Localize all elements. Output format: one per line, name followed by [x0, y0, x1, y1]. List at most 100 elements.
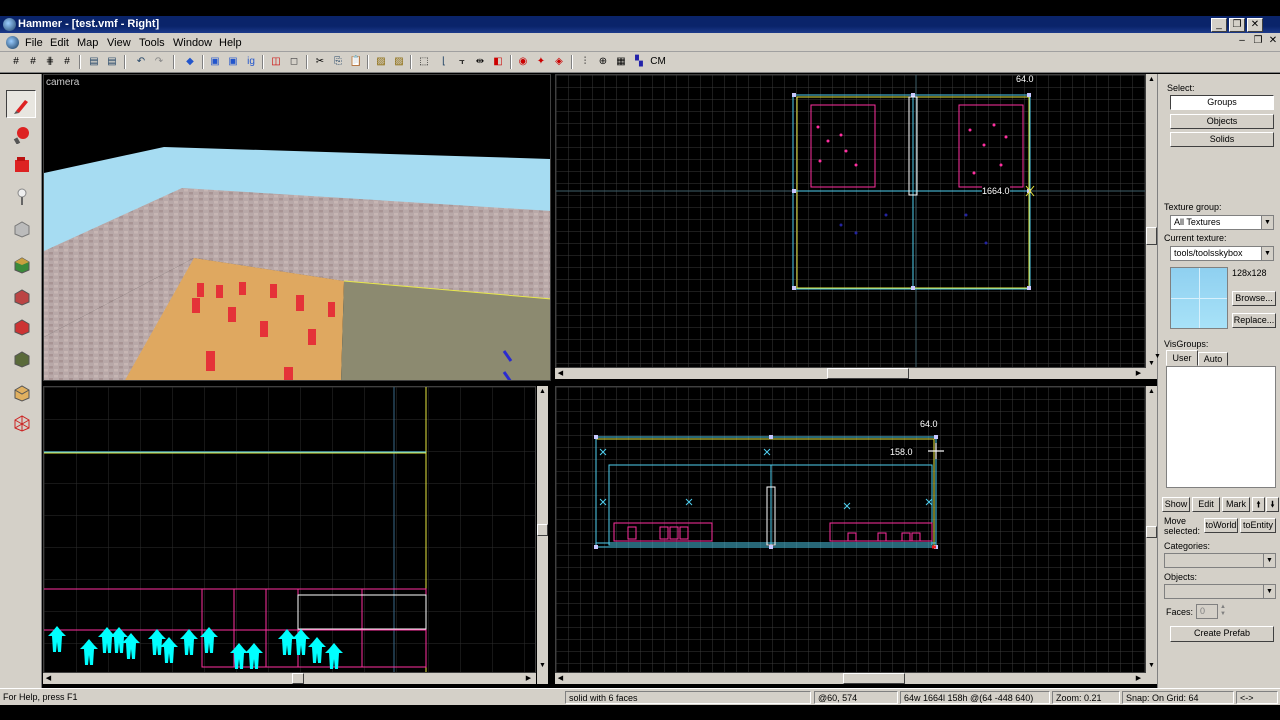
texture-lock-icon[interactable]: ▨ [373, 54, 389, 70]
entity-report-icon[interactable]: ◈ [551, 54, 567, 70]
scroll-left-icon[interactable]: ◀ [555, 673, 566, 684]
camera-viewport[interactable]: camera [43, 74, 551, 381]
show-all-icon[interactable]: ◻ [286, 54, 302, 70]
menu-tools[interactable]: Tools [136, 35, 168, 51]
transform-icon[interactable]: ⇹ [472, 54, 488, 70]
faces-stepper[interactable]: ▲ ▼ [1218, 604, 1228, 619]
top-viewport[interactable]: 64.0 1664.0 [555, 74, 1146, 368]
entity-tool[interactable] [6, 182, 36, 210]
clip-tool[interactable] [6, 378, 36, 406]
selection-tool[interactable] [6, 90, 36, 118]
grid-icon[interactable]: # [8, 54, 24, 70]
faces-input[interactable]: 0 [1196, 604, 1218, 619]
scroll-left-icon[interactable]: ◀ [555, 368, 566, 379]
to-entity-button[interactable]: toEntity [1240, 518, 1276, 533]
menu-map[interactable]: Map [74, 35, 101, 51]
grid-toggle-icon[interactable]: # [59, 54, 75, 70]
cut-icon[interactable]: ✂ [312, 54, 328, 70]
texture-preview[interactable] [1170, 267, 1228, 329]
side-viewport[interactable] [43, 386, 536, 673]
hidden-grid-icon[interactable]: ▦ [613, 54, 629, 70]
mark-button[interactable]: Mark [1222, 497, 1250, 512]
decal-tool[interactable] [6, 312, 36, 340]
compile-icon[interactable]: ◉ [515, 54, 531, 70]
scroll-thumb[interactable] [1146, 227, 1157, 245]
front-view-hscrollbar[interactable]: ◀ ▶ [555, 673, 1146, 684]
tab-user[interactable]: User [1166, 350, 1198, 366]
flip-icon[interactable]: ⫟ [454, 54, 470, 70]
scroll-thumb[interactable] [537, 524, 548, 536]
camera-tool[interactable] [6, 150, 36, 178]
side-view-hscrollbar[interactable]: ◀ ▶ [43, 673, 536, 684]
tab-auto[interactable]: Auto [1198, 352, 1228, 366]
close-icon[interactable]: ✕ [1247, 18, 1263, 32]
scroll-right-icon[interactable]: ▶ [1133, 673, 1144, 684]
hide-selected-icon[interactable]: ◫ [268, 54, 284, 70]
cubemap-button[interactable]: CM [649, 54, 667, 70]
redo-icon[interactable]: ↷ [151, 54, 167, 70]
instance-icon[interactable]: ▚ [631, 54, 647, 70]
copy-icon[interactable]: ⎘ [330, 54, 346, 70]
current-texture-select[interactable]: tools/toolsskybox ▼ [1170, 246, 1274, 261]
menu-view[interactable]: View [104, 35, 134, 51]
menu-help[interactable]: Help [216, 35, 245, 51]
top-view-hscrollbar[interactable]: ◀ ▶ [555, 368, 1146, 379]
scroll-thumb[interactable] [843, 673, 905, 684]
menu-edit[interactable]: Edit [47, 35, 72, 51]
front-viewport[interactable]: 64.0 158.0 [555, 386, 1146, 673]
vertex-tool[interactable] [6, 408, 36, 436]
create-prefab-button[interactable]: Create Prefab [1170, 626, 1274, 642]
magnify-tool[interactable] [6, 120, 36, 148]
scroll-right-icon[interactable]: ▶ [1133, 368, 1144, 379]
mdi-restore-icon[interactable]: ❐ [1251, 36, 1265, 48]
ignore-groups-icon[interactable]: ig [243, 54, 259, 70]
front-view-vscrollbar[interactable]: ▲ ▼ [1146, 386, 1157, 684]
save-window-state-icon[interactable]: ▤ [104, 54, 120, 70]
categories-select[interactable]: ▼ [1164, 553, 1276, 568]
undo-icon[interactable]: ↶ [133, 54, 149, 70]
target-icon[interactable]: ⊕ [595, 54, 611, 70]
group-icon[interactable]: ▣ [207, 54, 223, 70]
align-icon[interactable]: ◧ [490, 54, 506, 70]
scroll-left-icon[interactable]: ◀ [43, 673, 54, 684]
selection-box-icon[interactable]: ⬚ [416, 54, 432, 70]
scroll-down-icon[interactable]: ▼ [537, 660, 548, 671]
groups-button[interactable]: Groups [1170, 95, 1274, 110]
texture-group-select[interactable]: All Textures ▼ [1170, 215, 1274, 230]
ungroup-icon[interactable]: ▣ [225, 54, 241, 70]
show-button[interactable]: Show [1162, 497, 1190, 512]
chevron-down-icon[interactable]: ▼ [1154, 353, 1161, 360]
paste-icon[interactable]: 📋 [348, 54, 364, 70]
scroll-right-icon[interactable]: ▶ [523, 673, 534, 684]
menu-window[interactable]: Window [170, 35, 215, 51]
scroll-up-icon[interactable]: ▲ [1146, 386, 1157, 397]
scroll-thumb[interactable] [827, 368, 909, 379]
mdi-close-icon[interactable]: ✕ [1266, 36, 1280, 48]
mdi-minimize-icon[interactable]: – [1235, 36, 1249, 48]
visgroup-list[interactable] [1166, 366, 1276, 488]
texture-scale-lock-icon[interactable]: ▨ [391, 54, 407, 70]
texture-tool[interactable] [6, 250, 36, 278]
scroll-up-icon[interactable]: ▲ [1146, 74, 1157, 85]
maximize-icon[interactable]: ❐ [1229, 18, 1245, 32]
document-icon[interactable] [6, 36, 19, 49]
menu-file[interactable]: File [22, 35, 46, 51]
grid-larger-icon[interactable]: ⋕ [42, 54, 58, 70]
scroll-thumb[interactable] [292, 673, 304, 684]
objects-button[interactable]: Objects [1170, 114, 1274, 129]
minimize-icon[interactable]: _ [1211, 18, 1227, 32]
scroll-thumb[interactable] [1146, 526, 1157, 538]
cordon-icon[interactable]: ⫶ [577, 54, 593, 70]
solids-button[interactable]: Solids [1170, 132, 1274, 147]
top-view-vscrollbar[interactable]: ▲ ▼ [1146, 74, 1157, 379]
replace-button[interactable]: Replace... [1232, 313, 1276, 328]
snap-icon[interactable]: ⌊ [436, 54, 452, 70]
objects-select[interactable]: ▼ [1164, 584, 1276, 599]
to-world-button[interactable]: toWorld [1204, 518, 1238, 533]
carve-icon[interactable]: ◆ [182, 54, 198, 70]
arrow-down-icon[interactable]: 🠛 [1266, 497, 1279, 512]
scroll-down-icon[interactable]: ▼ [1146, 660, 1157, 671]
arrow-up-icon[interactable]: 🠙 [1252, 497, 1265, 512]
edit-button[interactable]: Edit [1192, 497, 1220, 512]
side-view-vscrollbar[interactable]: ▲ ▼ [537, 386, 548, 684]
